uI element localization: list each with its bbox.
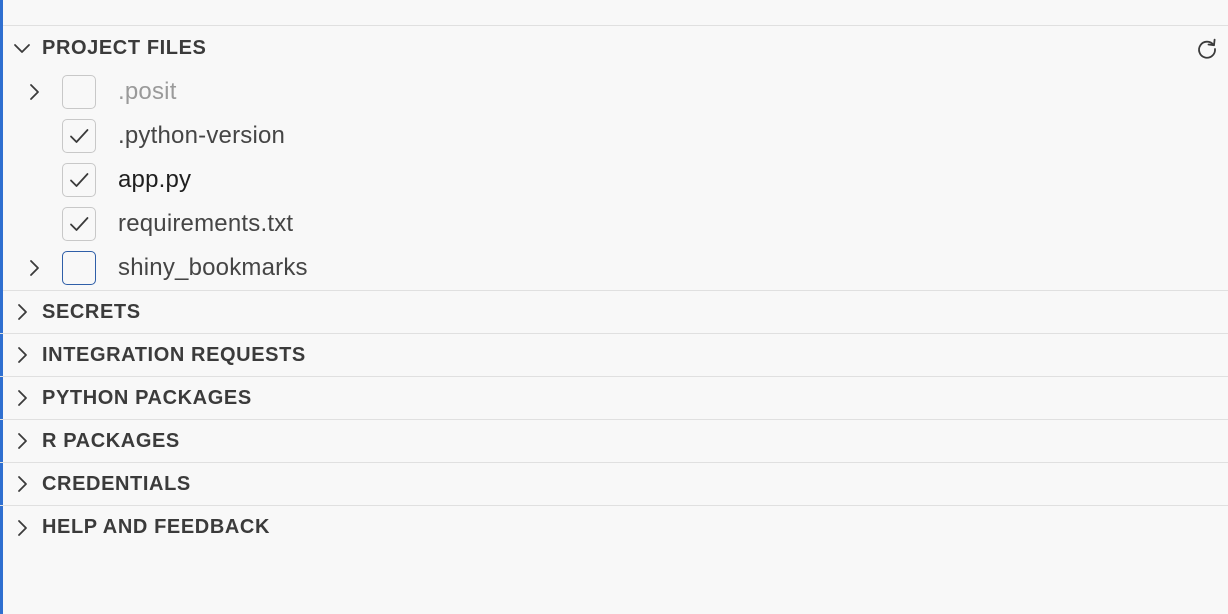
file-label: .python-version [118,122,286,149]
section-title: HELP AND FEEDBACK [42,516,270,538]
section-project-files[interactable]: PROJECT FILES [0,26,1228,70]
file-label: requirements.txt [118,210,294,237]
chevron-right-icon [11,387,33,409]
checkbox-unchecked[interactable] [62,75,96,109]
section-help-and-feedback[interactable]: HELP AND FEEDBACK [0,506,1228,549]
section-credentials[interactable]: CREDENTIALS [0,463,1228,506]
checkmark-icon [70,129,89,143]
section-title: R PACKAGES [42,429,180,452]
tree-row-requirements[interactable]: requirements.txt [0,202,1228,246]
section-title: PYTHON PACKAGES [42,386,252,409]
tree-row-python-version[interactable]: .python-version [0,114,1228,158]
file-label: shiny_bookmarks [118,254,308,281]
file-label: .posit [118,78,177,105]
checkmark-icon [70,217,89,231]
section-title: SECRETS [42,300,141,323]
chevron-right-icon [11,517,33,539]
section-python-packages[interactable]: PYTHON PACKAGES [0,377,1228,420]
checkbox-checked[interactable] [62,119,96,153]
chevron-right-icon [11,473,33,495]
chevron-down-icon [11,37,33,59]
chevron-right-icon[interactable] [23,81,45,103]
panel-top-spacer [0,0,1228,26]
tree-row-posit[interactable]: .posit [0,70,1228,114]
chevron-right-icon [11,344,33,366]
chevron-right-icon [11,301,33,323]
checkbox-checked[interactable] [62,163,96,197]
checkbox-checked[interactable] [62,207,96,241]
project-files-tree: .posit .python-version app.py requiremen… [0,70,1228,291]
section-secrets[interactable]: SECRETS [0,291,1228,334]
chevron-right-icon[interactable] [23,257,45,279]
chevron-right-icon [11,430,33,452]
section-integration-requests[interactable]: INTEGRATION REQUESTS [0,334,1228,377]
checkmark-icon [70,173,89,187]
section-title: CREDENTIALS [42,472,191,495]
tree-row-app-py[interactable]: app.py [0,158,1228,202]
sidebar-panel: PROJECT FILES .posit .python-version app… [0,0,1228,614]
refresh-icon[interactable] [1194,36,1220,62]
tree-row-shiny-bookmarks[interactable]: shiny_bookmarks [0,246,1228,290]
file-label: app.py [118,166,192,193]
checkbox-unchecked[interactable] [62,251,96,285]
section-title: PROJECT FILES [42,36,207,59]
section-r-packages[interactable]: R PACKAGES [0,420,1228,463]
section-title: INTEGRATION REQUESTS [42,343,306,366]
